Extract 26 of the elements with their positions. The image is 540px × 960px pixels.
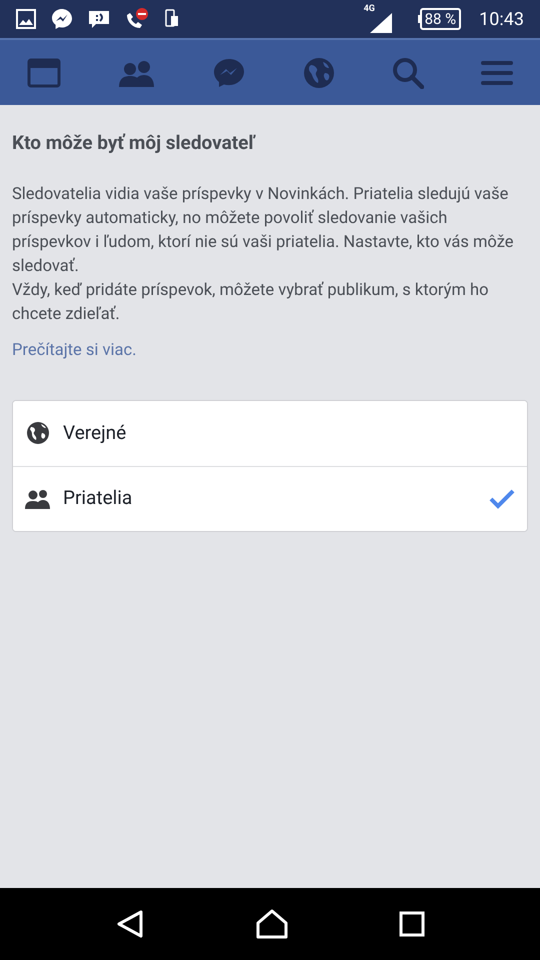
page-title: Kto môže byť môj sledovateľ (12, 131, 257, 155)
battery-level: 88 % (420, 8, 462, 30)
globe-icon[interactable] (302, 56, 335, 88)
option-label: Verejné (63, 420, 128, 446)
news-feed-icon[interactable] (27, 58, 61, 88)
friends-icon[interactable] (118, 58, 156, 86)
phone-device-icon (164, 9, 180, 29)
chat-bubble-icon (50, 7, 74, 31)
menu-icon[interactable] (480, 58, 513, 86)
network-type: 4G (364, 5, 375, 14)
recent-apps-icon[interactable] (398, 911, 425, 937)
option-label: Priatelia (63, 485, 134, 512)
learn-more-link[interactable]: Prečítajte si viac. (12, 338, 136, 364)
description-paragraph: Sledovatelia vidia vaše príspevky v Novinkách. Priatelia sledujú vaše príspevky automaticky, no môžete povoliť sledovanie vašich príspevkov i ľudom, ktorí nie sú vaši priatelia. Nastavte, kto vás môže sledovať. (12, 184, 515, 278)
globe-icon (26, 421, 50, 445)
friends-icon (25, 488, 51, 508)
image-icon (16, 9, 36, 29)
message-icon (88, 9, 110, 29)
messenger-icon[interactable] (213, 58, 246, 88)
home-icon[interactable] (256, 909, 288, 939)
missed-call-icon (124, 7, 150, 31)
description-paragraph: Vždy, keď pridáte príspevok, môžete vybrať publikum, s ktorým ho chcete zdieľať. (12, 280, 490, 326)
search-icon[interactable] (392, 56, 424, 88)
audience-option[interactable]: Priatelia (13, 466, 527, 530)
back-icon[interactable] (115, 909, 146, 939)
clock: 10:43 (479, 8, 524, 32)
